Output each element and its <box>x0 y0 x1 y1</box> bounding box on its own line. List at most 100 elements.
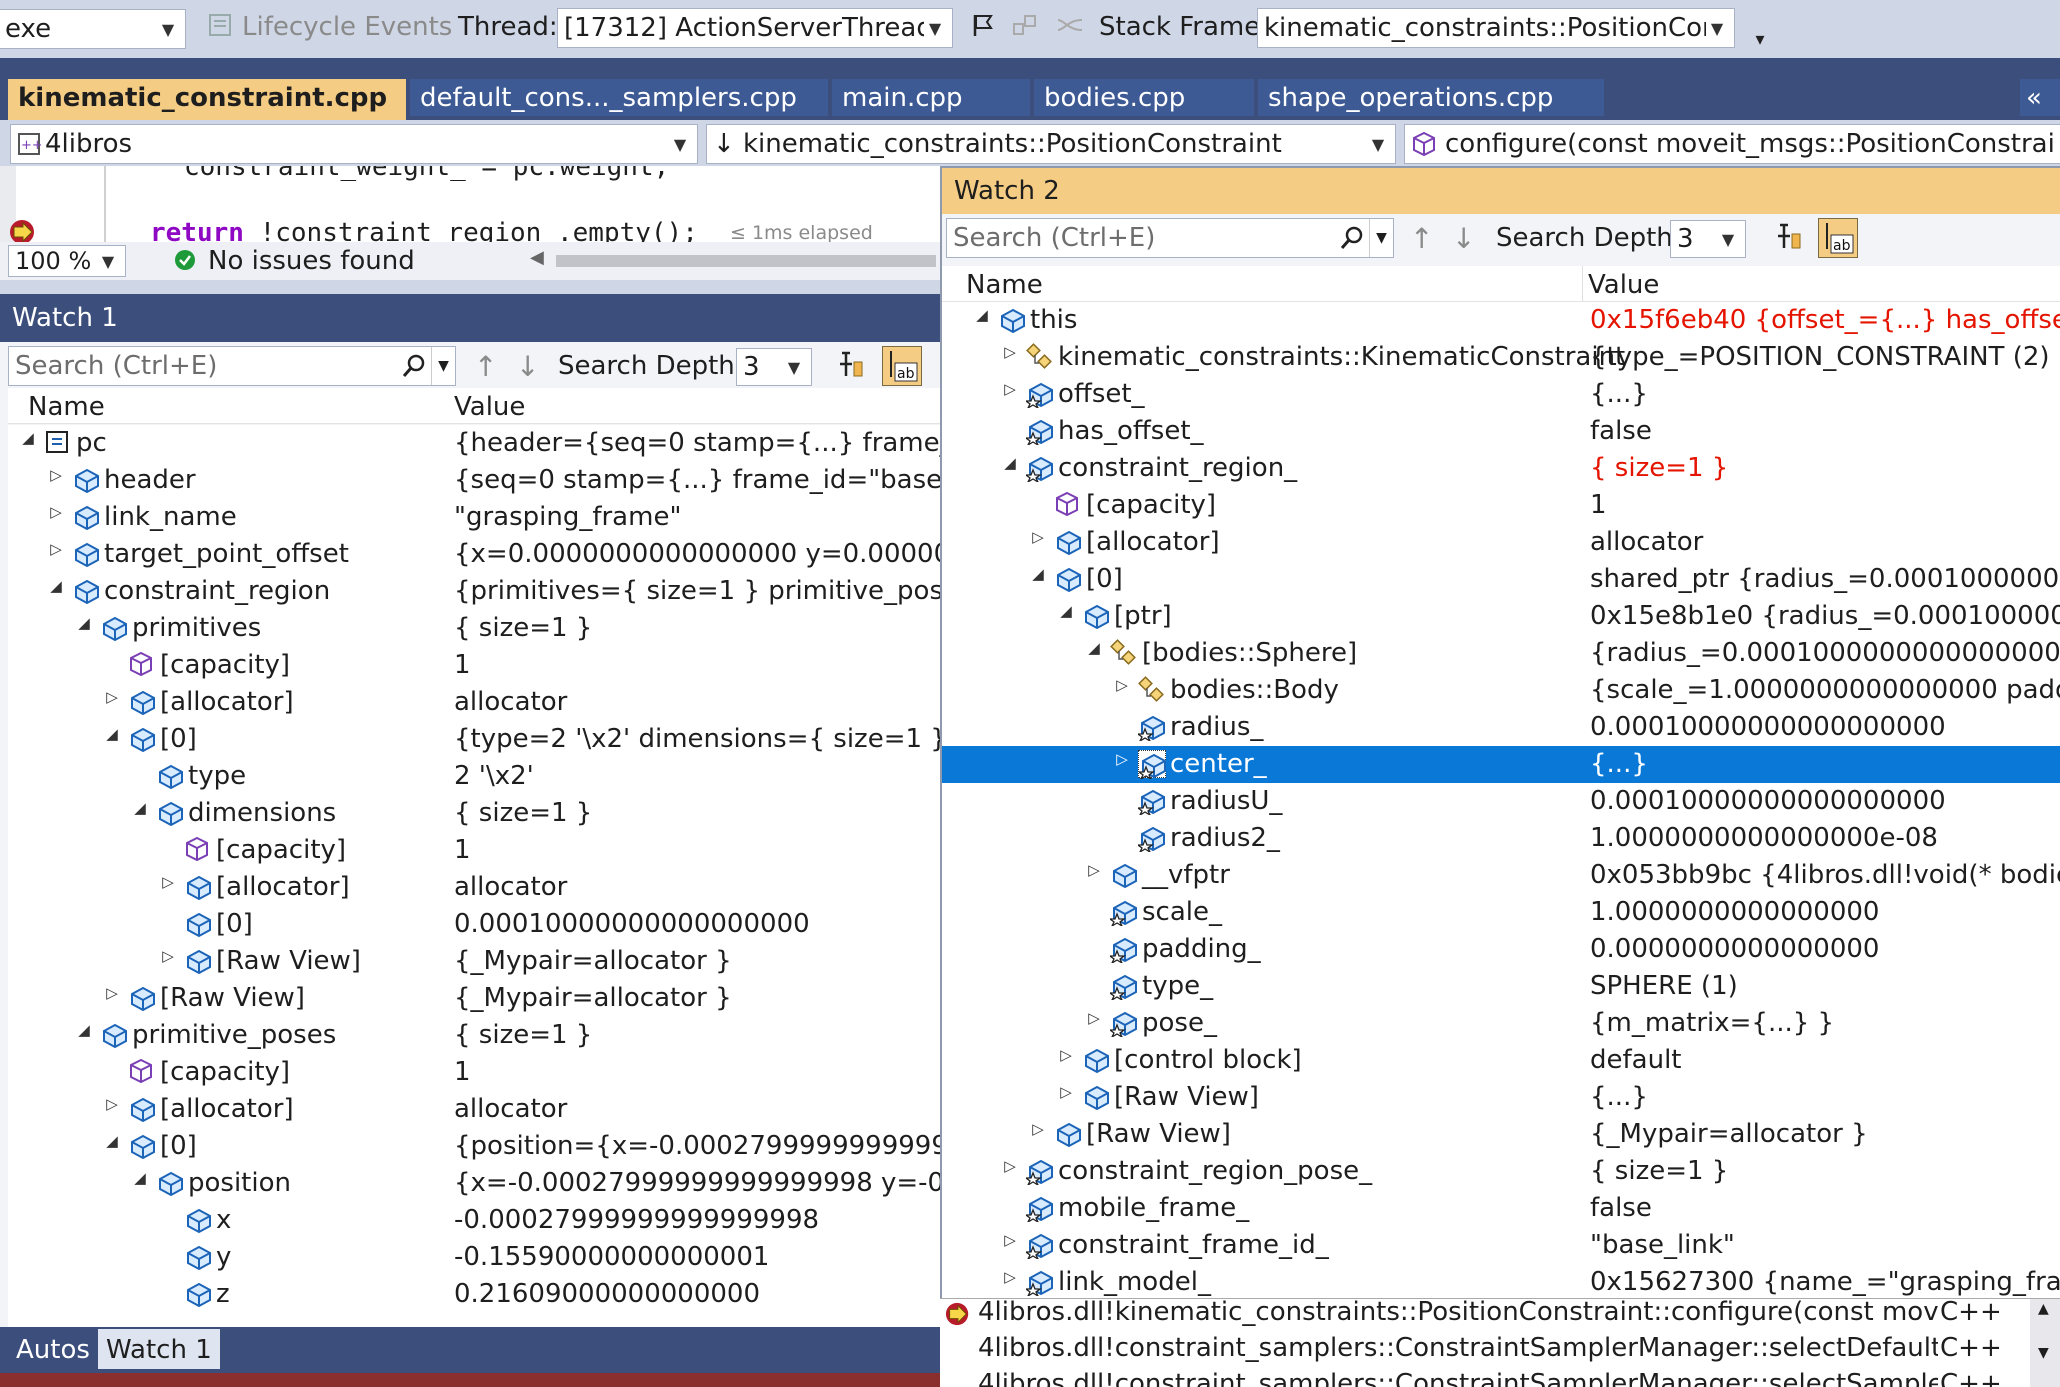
watch-row-link-name[interactable]: ▷ link_name "grasping_frame" <box>8 499 940 536</box>
watch-row-constraint-region[interactable]: ◢ constraint_region {primitives={ size=1 }… <box>8 573 940 610</box>
project-combo[interactable]: ++ 4libros ▼ <box>10 124 698 164</box>
search-next-icon[interactable]: ↓ <box>1452 222 1475 255</box>
expand-arrow-icon[interactable]: ▷ <box>158 947 178 965</box>
watch-value[interactable]: {...} <box>1590 1082 2060 1112</box>
watch-value[interactable]: shared_ptr {radius_=0.000100000000000000… <box>1590 564 2060 594</box>
watch-value[interactable]: 0.00010000000000000000 <box>1590 786 2060 816</box>
watch-row-pose[interactable]: ▷ pose_ {m_matrix={...} } <box>942 1005 2060 1042</box>
watch-row-capacity[interactable]: [capacity] 1 <box>8 647 940 684</box>
watch-value[interactable]: {_Mypair=allocator } <box>1590 1119 2060 1149</box>
watch-value[interactable]: {...} <box>1590 749 2060 779</box>
pin-source-icon[interactable] <box>1776 222 1806 261</box>
watch-row-kinematic-constraints-kinematicconstraint[interactable]: ▷ kinematic_constraints::KinematicConstra… <box>942 339 2060 376</box>
watch-row-primitives[interactable]: ◢ primitives { size=1 } <box>8 610 940 647</box>
tab-bodies-cpp[interactable]: bodies.cpp <box>1034 79 1254 116</box>
watch-value[interactable]: {position={x=-0.00027999999999999998 y=-… <box>454 1131 940 1161</box>
watch-value[interactable]: 1 <box>454 1057 940 1087</box>
watch-row-allocator[interactable]: ▷ [allocator] allocator <box>8 1091 940 1128</box>
watch-row-0[interactable]: ◢ [0] shared_ptr {radius_=0.00010000000000… <box>942 561 2060 598</box>
expand-arrow-icon[interactable]: ▷ <box>1000 1268 1020 1286</box>
member-combo[interactable]: configure(const moveit_msgs::PositionCon… <box>1404 124 2060 164</box>
watch-value[interactable]: allocator <box>454 1094 940 1124</box>
watch-row-y[interactable]: y -0.15590000000000001 <box>8 1239 940 1276</box>
watch-value[interactable]: allocator <box>454 872 940 902</box>
expand-arrow-icon[interactable]: ▷ <box>102 1095 122 1113</box>
watch-row-0[interactable]: ◢ [0] {position={x=-0.00027999999999999998… <box>8 1128 940 1165</box>
watch-value[interactable]: { size=1 } <box>454 1020 940 1050</box>
search-icon[interactable] <box>397 347 431 385</box>
expand-arrow-icon[interactable]: ▷ <box>1028 528 1048 546</box>
watch-row-vfptr[interactable]: ▷ __vfptr 0x053bb9bc {4libros.dll!void(* b… <box>942 857 2060 894</box>
expand-arrow-icon[interactable]: ▷ <box>1000 1231 1020 1249</box>
watch-value[interactable]: 0.00010000000000000000 <box>454 909 940 939</box>
expand-arrow-icon[interactable]: ▷ <box>1056 1046 1076 1064</box>
lifecycle-events-button[interactable]: Lifecycle Events <box>242 12 452 42</box>
hex-display-toggle[interactable]: ab <box>882 346 922 386</box>
watch-row-raw-view[interactable]: ▷ [Raw View] {_Mypair=allocator } <box>942 1116 2060 1153</box>
watch-value[interactable]: 0x15f6eb40 {offset_={...} has_offset_=fa… <box>1590 305 2060 335</box>
watch-row-offset[interactable]: ▷ offset_ {...} <box>942 376 2060 413</box>
watch-row-radius[interactable]: radius_ 0.00010000000000000000 <box>942 709 2060 746</box>
flag-icon[interactable] <box>968 10 998 40</box>
watch-row-capacity[interactable]: [capacity] 1 <box>8 832 940 869</box>
tab-default-constraint-samplers[interactable]: default_cons..._samplers.cpp <box>410 79 828 116</box>
watch-value[interactable]: {radius_=0.00010000000000000000 center_=… <box>1590 638 2060 668</box>
watch-row-header[interactable]: ▷ header {seq=0 stamp={...} frame_id="base… <box>8 462 940 499</box>
collapse-arrow-icon[interactable]: ◢ <box>102 1132 122 1150</box>
watch-row-0[interactable]: ◢ [0] {type=2 '\x2' dimensions={ size=1 } … <box>8 721 940 758</box>
watch1-search-input[interactable]: Search (Ctrl+E) ▼ <box>8 346 456 386</box>
watch-row-center[interactable]: ▷ center_ {...} <box>942 746 2060 783</box>
watch-value[interactable]: {m_matrix={...} } <box>1590 1008 2060 1038</box>
watch-value[interactable]: "base_link" <box>1590 1230 2060 1260</box>
watch-value[interactable]: {x=0.0000000000000000 y=0.00000000000000… <box>454 539 940 569</box>
expand-arrow-icon[interactable]: ▷ <box>1084 1009 1104 1027</box>
expand-arrow-icon[interactable]: ▷ <box>1028 1120 1048 1138</box>
issues-status[interactable]: No issues found <box>208 246 415 276</box>
tab-autos[interactable]: Autos <box>8 1329 98 1369</box>
collapse-arrow-icon[interactable]: ◢ <box>18 429 38 447</box>
collapse-arrow-icon[interactable]: ◢ <box>1000 454 1020 472</box>
watch-row-raw-view[interactable]: ▷ [Raw View] {_Mypair=allocator } <box>8 980 940 1017</box>
collapse-arrow-icon[interactable]: ◢ <box>74 1021 94 1039</box>
collapse-arrow-icon[interactable]: ◢ <box>130 799 150 817</box>
watch-value[interactable]: 1 <box>454 835 940 865</box>
toolbar-overflow-icon[interactable]: ▾ <box>1745 24 1775 54</box>
watch2-value-header[interactable]: Value <box>1588 270 1659 300</box>
watch-value[interactable]: 1 <box>454 650 940 680</box>
column-divider[interactable] <box>1582 266 1583 302</box>
search-previous-icon[interactable]: ↑ <box>1410 222 1433 255</box>
watch-row-radiusu[interactable]: radiusU_ 0.00010000000000000000 <box>942 783 2060 820</box>
tab-kinematic-constraint-cpp[interactable]: kinematic_constraint.cpp⊣✕ <box>8 79 406 120</box>
watch-row-bodies-sphere[interactable]: ◢ [bodies::Sphere] {radius_=0.000100000000… <box>942 635 2060 672</box>
collapse-arrow-icon[interactable]: ◢ <box>102 725 122 743</box>
tab-watch1[interactable]: Watch 1 <box>98 1329 220 1369</box>
expand-arrow-icon[interactable]: ▷ <box>46 540 66 558</box>
collapse-arrow-icon[interactable]: ◢ <box>46 577 66 595</box>
watch-row-radius2[interactable]: radius2_ 1.0000000000000000e-08 <box>942 820 2060 857</box>
watch-row-capacity[interactable]: [capacity] 1 <box>8 1054 940 1091</box>
expand-arrow-icon[interactable]: ▷ <box>1112 750 1132 768</box>
watch-row-constraint-region[interactable]: ◢ constraint_region_ { size=1 } <box>942 450 2060 487</box>
watch-row-position[interactable]: ◢ position {x=-0.00027999999999999998 y=-0… <box>8 1165 940 1202</box>
watch-row-pc[interactable]: ◢ pc {header={seq=0 stamp={...} frame_id="… <box>8 425 940 462</box>
expand-arrow-icon[interactable]: ▷ <box>158 873 178 891</box>
watch-value[interactable]: "grasping_frame" <box>454 502 940 532</box>
expand-arrow-icon[interactable]: ▷ <box>1000 380 1020 398</box>
collapse-arrow-icon[interactable]: ◢ <box>972 306 992 324</box>
watch-row-link-model[interactable]: ▷ link_model_ 0x15627300 {name_="grasping_… <box>942 1264 2060 1300</box>
watch-row-raw-view[interactable]: ▷ [Raw View] {_Mypair=allocator } <box>8 943 940 980</box>
watch1-value-header[interactable]: Value <box>454 392 525 422</box>
filter-threads-icon[interactable] <box>1055 10 1085 40</box>
watch-value[interactable]: 0x053bb9bc {4libros.dll!void(* bodies::S… <box>1590 860 2060 890</box>
watch-row-x[interactable]: x -0.00027999999999999998 <box>8 1202 940 1239</box>
threads-flag-icon[interactable] <box>1010 10 1040 40</box>
watch-value[interactable]: { size=1 } <box>1590 453 2060 483</box>
search-next-icon[interactable]: ↓ <box>516 350 539 383</box>
watch-value[interactable]: allocator <box>1590 527 2060 557</box>
expand-arrow-icon[interactable]: ▷ <box>102 984 122 1002</box>
watch-value[interactable]: {header={seq=0 stamp={...} frame_id="bas… <box>454 428 940 458</box>
watch-value[interactable]: {seq=0 stamp={...} frame_id="base_link" … <box>454 465 940 495</box>
watch-value[interactable]: 0x15627300 {name_="grasping_frame" paren… <box>1590 1267 2060 1297</box>
tab-overflow-button[interactable]: « <box>2020 79 2060 116</box>
scroll-up-icon[interactable]: ▲ <box>2038 1301 2049 1317</box>
